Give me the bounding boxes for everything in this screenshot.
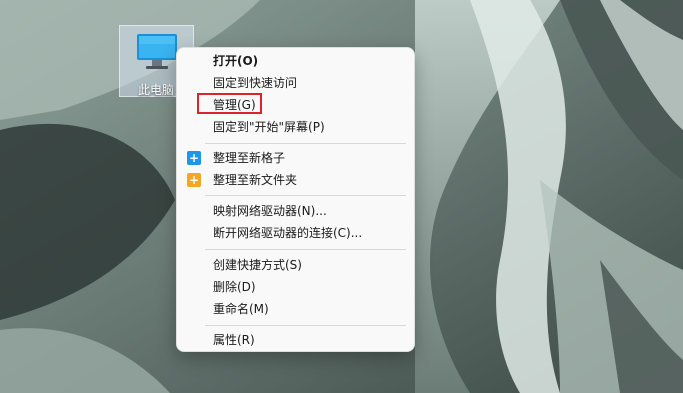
menu-separator [205,195,406,196]
plus-blue-icon: + [187,151,201,165]
menu-separator [205,249,406,250]
menu-item-label: 属性(R) [213,333,255,347]
menu-item-pin-quick-access[interactable]: 固定到快速访问 [177,72,414,94]
menu-item-label: 创建快捷方式(S) [213,258,302,272]
monitor-icon [137,34,177,69]
menu-separator [205,143,406,144]
menu-item-rename[interactable]: 重命名(M) [177,298,414,320]
menu-item-new-group[interactable]: + 整理至新格子 [177,147,414,169]
menu-item-label: 固定到"开始"屏幕(P) [213,120,325,134]
menu-item-label: 断开网络驱动器的连接(C)... [213,226,363,240]
menu-item-label: 映射网络驱动器(N)... [213,204,327,218]
menu-item-map-drive[interactable]: 映射网络驱动器(N)... [177,200,414,222]
menu-item-properties[interactable]: 属性(R) [177,329,414,351]
menu-item-new-folder[interactable]: + 整理至新文件夹 [177,169,414,191]
menu-item-label: 打开(O) [213,54,259,68]
menu-item-label: 固定到快速访问 [213,76,298,90]
menu-item-pin-start[interactable]: 固定到"开始"屏幕(P) [177,116,414,138]
menu-item-open[interactable]: 打开(O) [177,50,414,72]
menu-item-disconnect-drive[interactable]: 断开网络驱动器的连接(C)... [177,222,414,244]
menu-item-label: 重命名(M) [213,302,269,316]
menu-item-create-shortcut[interactable]: 创建快捷方式(S) [177,254,414,276]
menu-item-label: 整理至新文件夹 [213,173,298,187]
menu-item-delete[interactable]: 删除(D) [177,276,414,298]
menu-item-label: 整理至新格子 [213,151,286,165]
manage-highlight-box [197,93,262,114]
plus-folder-icon: + [187,173,201,187]
menu-separator [205,325,406,326]
menu-item-label: 删除(D) [213,280,256,294]
